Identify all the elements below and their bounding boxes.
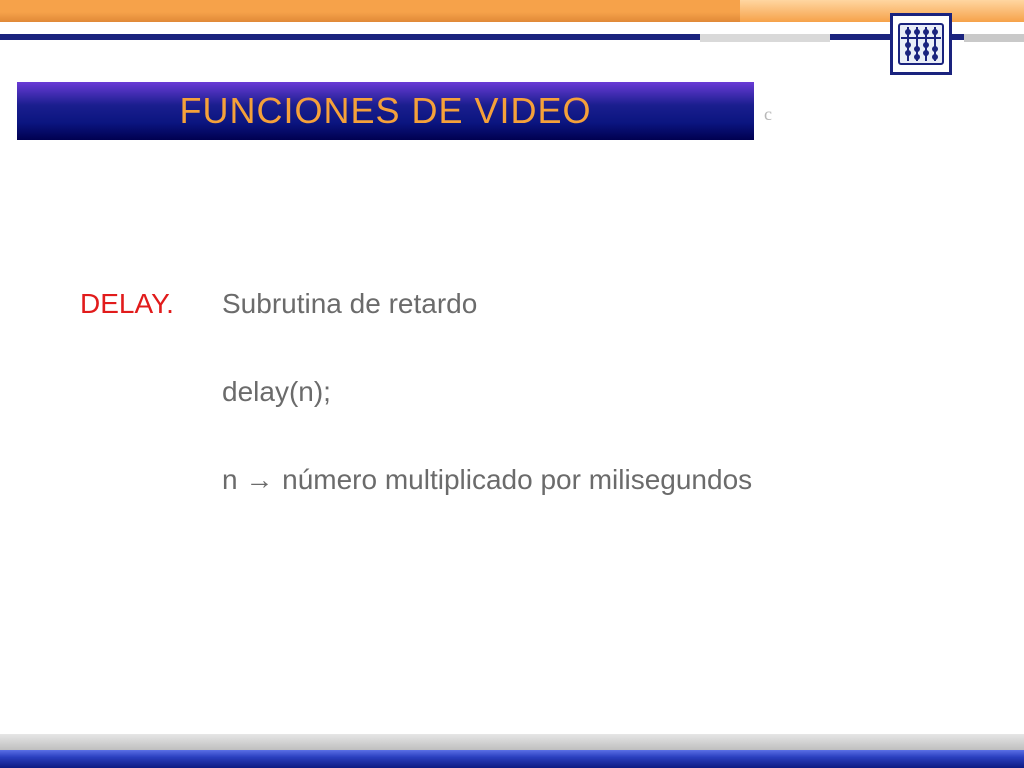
top-gray-segment-right bbox=[964, 34, 1024, 42]
bottom-blue-band bbox=[0, 750, 1024, 768]
top-gray-segment-left bbox=[700, 34, 830, 42]
content-body: Subrutina de retardo delay(n); n → númer… bbox=[222, 288, 964, 552]
arrow-icon: → bbox=[245, 464, 274, 495]
description-line: Subrutina de retardo bbox=[222, 288, 964, 320]
top-blue-line bbox=[0, 34, 1024, 40]
top-orange-right bbox=[740, 0, 1024, 22]
slide-title: FUNCIONES DE VIDEO bbox=[179, 90, 591, 132]
top-orange-left bbox=[0, 0, 740, 22]
decorative-glyph: c bbox=[764, 104, 772, 125]
function-name-label: DELAY. bbox=[80, 288, 174, 320]
param-suffix: número multiplicado por milisegundos bbox=[274, 464, 752, 495]
param-line: n → número multiplicado por milisegundos bbox=[222, 464, 964, 496]
top-decoration bbox=[0, 0, 1024, 36]
abacus-icon bbox=[890, 13, 952, 75]
title-bar: FUNCIONES DE VIDEO bbox=[17, 82, 754, 140]
syntax-line: delay(n); bbox=[222, 376, 964, 408]
param-prefix: n bbox=[222, 464, 245, 495]
bottom-gray-band bbox=[0, 734, 1024, 750]
